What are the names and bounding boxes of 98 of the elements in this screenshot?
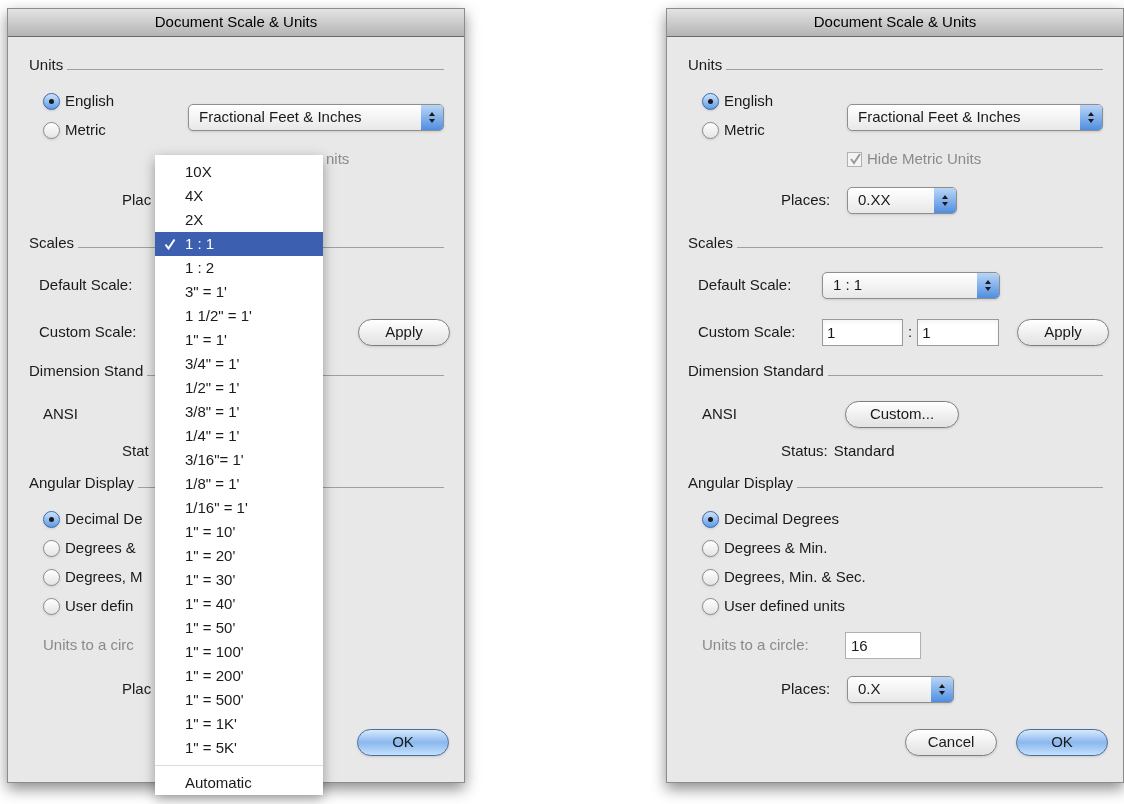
push-button[interactable]: Cancel xyxy=(905,729,997,756)
field-label: Places: xyxy=(780,678,832,699)
checkmark-icon xyxy=(164,238,176,250)
field-label: Places: xyxy=(780,189,832,210)
section-heading: Angular Display xyxy=(29,473,135,493)
popup-menu[interactable]: Fractional Feet & Inches xyxy=(188,104,444,131)
menu-item[interactable]: 3/8" = 1' xyxy=(155,400,323,424)
standard-name: ANSI xyxy=(701,403,738,424)
menu-item[interactable]: 1/16" = 1' xyxy=(155,496,323,520)
up-down-arrows-icon xyxy=(931,676,953,702)
window-title: Document Scale & Units xyxy=(8,9,464,37)
section-heading: Dimension Stand xyxy=(29,361,144,381)
up-down-arrows-icon xyxy=(1080,105,1102,130)
radio-label: Metric xyxy=(724,120,765,141)
radio-label: Decimal De xyxy=(65,509,143,530)
push-button[interactable]: OK xyxy=(1016,729,1108,756)
menu-item[interactable]: 3/16"= 1' xyxy=(155,448,323,472)
radio-button[interactable] xyxy=(43,511,60,528)
field-label: Default Scale: xyxy=(38,274,134,295)
window-title: Document Scale & Units xyxy=(667,9,1123,37)
menu-item[interactable]: Automatic xyxy=(155,771,323,795)
radio-button[interactable] xyxy=(43,122,60,139)
menu-item[interactable]: 1" = 1' xyxy=(155,328,323,352)
menu-item[interactable]: 1" = 40' xyxy=(155,592,323,616)
menu-item[interactable]: 10X xyxy=(155,160,323,184)
radio-label: Degrees & xyxy=(65,538,136,559)
menu-item[interactable]: 1" = 200' xyxy=(155,664,323,688)
push-button[interactable]: Apply xyxy=(358,318,450,346)
menu-item[interactable]: 1 : 1 xyxy=(155,232,323,256)
menu-item[interactable]: 1" = 100' xyxy=(155,640,323,664)
radio-button[interactable] xyxy=(702,122,719,139)
checkbox-label: nits xyxy=(325,148,350,169)
section-heading: Units xyxy=(688,55,723,75)
field-label: Plac xyxy=(121,189,153,210)
radio-label: User defined units xyxy=(724,596,845,617)
menu-item[interactable]: 1 : 2 xyxy=(155,256,323,280)
checkbox-label: Hide Metric Units xyxy=(867,148,982,169)
radio-label: Degrees, Min. & Sec. xyxy=(724,567,866,588)
radio-label: Metric xyxy=(65,120,106,141)
radio-button[interactable] xyxy=(702,598,719,615)
up-down-arrows-icon xyxy=(421,105,443,130)
menu-item[interactable]: 1" = 30' xyxy=(155,568,323,592)
radio-label: English xyxy=(65,91,115,112)
menu-item[interactable]: 2X xyxy=(155,208,323,232)
section-heading: Scales xyxy=(688,233,734,253)
menu-item[interactable]: 1" = 5K' xyxy=(155,736,323,760)
section-heading: Angular Display xyxy=(688,473,794,493)
radio-button[interactable] xyxy=(43,540,60,557)
menu-item[interactable]: 1" = 50' xyxy=(155,616,323,640)
status-value: Standard xyxy=(833,440,895,461)
menu-item[interactable]: 1" = 500' xyxy=(155,688,323,712)
up-down-arrows-icon xyxy=(977,272,999,298)
menu-item[interactable]: 1" = 1K' xyxy=(155,712,323,736)
field-label: Custom Scale: xyxy=(697,321,797,342)
input-field[interactable]: 16 xyxy=(845,631,921,659)
radio-button[interactable] xyxy=(43,569,60,586)
menu-item[interactable]: 3" = 1' xyxy=(155,280,323,304)
menu-item[interactable]: 1" = 20' xyxy=(155,544,323,568)
push-button[interactable]: Apply xyxy=(1017,318,1109,346)
field-label: Default Scale: xyxy=(697,274,793,295)
menu-item[interactable]: 1/8" = 1' xyxy=(155,472,323,496)
menu-item[interactable]: 1 1/2" = 1' xyxy=(155,304,323,328)
up-down-arrows-icon xyxy=(934,187,956,213)
push-button[interactable]: Custom... xyxy=(845,400,959,428)
menu-item[interactable]: 1/4" = 1' xyxy=(155,424,323,448)
standard-name: ANSI xyxy=(42,403,79,424)
field-label: Units to a circle: xyxy=(701,634,810,655)
radio-label: Degrees, M xyxy=(65,567,143,588)
menu-item[interactable]: 4X xyxy=(155,184,323,208)
radio-button[interactable] xyxy=(702,511,719,528)
field-label: Plac xyxy=(121,678,153,699)
menu-item[interactable]: 1" = 10' xyxy=(155,520,323,544)
radio-label: Decimal Degrees xyxy=(724,509,840,530)
radio-button[interactable] xyxy=(43,93,60,110)
menu-item[interactable]: 1/2" = 1' xyxy=(155,376,323,400)
radio-label: Degrees & Min. xyxy=(724,538,828,559)
popup-menu[interactable]: 1 : 1 xyxy=(822,271,1000,299)
radio-button[interactable] xyxy=(702,540,719,557)
section-heading: Dimension Standard xyxy=(688,361,824,381)
field-label: Custom Scale: xyxy=(38,321,138,342)
section-heading: Units xyxy=(29,55,64,75)
radio-button[interactable] xyxy=(43,598,60,615)
radio-button[interactable] xyxy=(702,93,719,110)
field-label: Units to a circ xyxy=(42,634,135,655)
popup-menu[interactable]: Fractional Feet & Inches xyxy=(847,104,1103,131)
push-button[interactable]: OK xyxy=(357,729,449,756)
input-field[interactable]: 1 xyxy=(917,318,1000,346)
popup-menu[interactable]: 0.X xyxy=(847,675,954,703)
popup-menu[interactable]: 0.XX xyxy=(847,186,957,214)
separator-text: : xyxy=(907,321,914,342)
menu-item[interactable]: 3/4" = 1' xyxy=(155,352,323,376)
radio-label: English xyxy=(724,91,774,112)
radio-button[interactable] xyxy=(702,569,719,586)
input-field[interactable]: 1 xyxy=(822,318,903,346)
section-heading: Scales xyxy=(29,233,75,253)
status-label: Status: xyxy=(781,440,828,461)
status-label: Stat xyxy=(122,440,149,461)
radio-label: User defin xyxy=(65,596,134,617)
